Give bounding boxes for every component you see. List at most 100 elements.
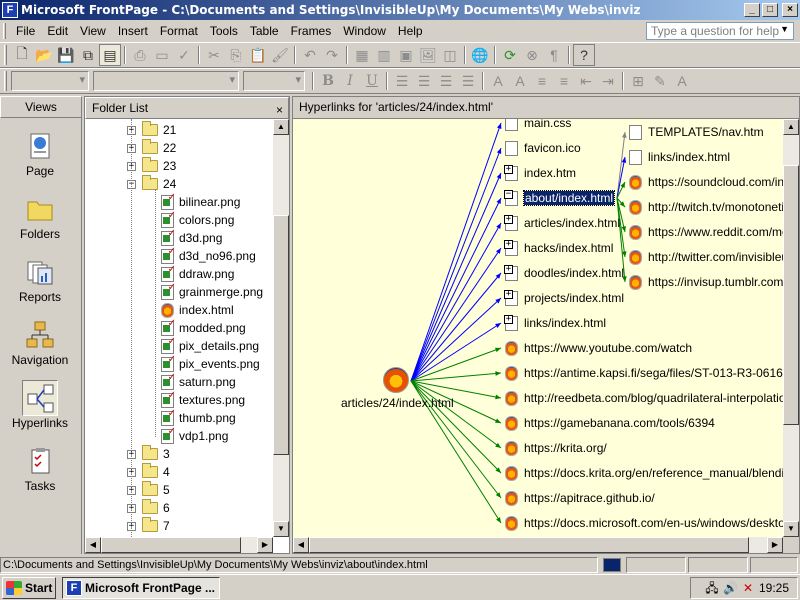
hyperlink-icon[interactable]: 🌐	[469, 44, 491, 66]
chevron-down-icon[interactable]: ▼	[780, 24, 789, 34]
hyperlink-node[interactable]: http://twitter.com/invisibleup	[629, 248, 783, 266]
insert-table-icon[interactable]: ▥	[373, 44, 395, 66]
view-navigation[interactable]: Navigation	[0, 315, 80, 377]
scroll-right-icon[interactable]: ▶	[767, 537, 783, 553]
hyperlink-node[interactable]: + doodles/index.html	[504, 264, 624, 282]
web-component-icon[interactable]: ▦	[351, 44, 373, 66]
menu-insert[interactable]: Insert	[112, 22, 154, 40]
menu-window[interactable]: Window	[337, 22, 392, 40]
expand-icon[interactable]: +	[504, 239, 513, 249]
scroll-thumb[interactable]	[273, 215, 289, 455]
format-painter-icon[interactable]: 🖌	[269, 44, 291, 66]
menu-tools[interactable]: Tools	[204, 22, 244, 40]
hyperlink-node[interactable]: https://apitrace.github.io/	[505, 489, 655, 507]
toolbar-grip[interactable]	[4, 71, 7, 91]
folder-tree-item[interactable]: +7	[127, 517, 170, 535]
paste-icon[interactable]: 📋	[247, 44, 269, 66]
scroll-thumb-h[interactable]	[101, 537, 241, 553]
spelling-icon[interactable]: ✓	[173, 44, 195, 66]
scroll-left-icon[interactable]: ◀	[293, 537, 309, 553]
print-icon[interactable]: ⎙	[129, 44, 151, 66]
hyperlink-node[interactable]: main.css	[505, 119, 571, 132]
undo-icon[interactable]: ↶	[299, 44, 321, 66]
open-folder-icon[interactable]: 📂	[33, 44, 55, 66]
file-tree-item[interactable]: vdp1.png	[161, 426, 228, 445]
expand-icon[interactable]: +	[504, 264, 513, 274]
save-icon[interactable]: 💾	[55, 44, 77, 66]
ask-question-input[interactable]: Type a question for help ▼	[646, 22, 794, 40]
italic-icon[interactable]: I	[339, 70, 361, 92]
hyperlinks-hscroll[interactable]: ◀ ▶	[293, 537, 783, 553]
hyperlinks-canvas[interactable]: articles/24/index.html main.css favicon.i…	[293, 119, 783, 537]
network-icon[interactable]: 🖧	[705, 581, 719, 595]
refresh-icon[interactable]: ⟳	[499, 44, 521, 66]
view-hyperlinks[interactable]: Hyperlinks	[0, 378, 80, 440]
expand-icon[interactable]: +	[504, 164, 513, 174]
taskbar-frontpage-button[interactable]: F Microsoft FrontPage ...	[62, 577, 220, 599]
align-center-icon[interactable]: ☰	[413, 70, 435, 92]
hyperlink-node[interactable]: + index.htm	[504, 164, 576, 182]
hyperlink-node[interactable]: https://soundcloud.com/invisibleup	[629, 173, 783, 191]
collapse-icon[interactable]: −	[504, 189, 513, 199]
view-tasks[interactable]: Tasks	[0, 441, 80, 503]
hyperlink-node[interactable]: https://invisup.tumblr.com/	[629, 273, 783, 291]
scroll-up-icon[interactable]: ▲	[783, 119, 799, 135]
folder-list-toggle-icon[interactable]: ▤	[99, 44, 121, 66]
menu-grip[interactable]	[3, 23, 6, 39]
align-right-icon[interactable]: ☰	[435, 70, 457, 92]
scroll-down-icon[interactable]: ▼	[783, 521, 799, 537]
file-tree-item[interactable]: saturn.png	[161, 372, 236, 391]
volume-icon[interactable]: 🔊	[723, 581, 738, 595]
decrease-font-icon[interactable]: A	[509, 70, 531, 92]
folder-tree-item[interactable]: +23	[127, 157, 176, 175]
borders-icon[interactable]: ⊞	[627, 70, 649, 92]
cut-icon[interactable]: ✂	[203, 44, 225, 66]
new-page-icon[interactable]: 🗋	[11, 44, 33, 66]
expand-icon[interactable]: +	[504, 314, 513, 324]
expand-icon[interactable]: +	[504, 289, 513, 299]
decrease-indent-icon[interactable]: ⇤	[575, 70, 597, 92]
minimize-button[interactable]: _	[744, 3, 760, 17]
menu-table[interactable]: Table	[244, 22, 285, 40]
underline-icon[interactable]: U	[361, 70, 383, 92]
preview-icon[interactable]: ▭	[151, 44, 173, 66]
hyperlink-node[interactable]: https://www.youtube.com/watch	[505, 339, 692, 357]
file-tree-item[interactable]: colors.png	[161, 210, 234, 229]
folder-list-vscroll[interactable]: ▲ ▼	[273, 119, 289, 537]
numbering-icon[interactable]: ≡	[531, 70, 553, 92]
folder-tree-item[interactable]: +4	[127, 463, 170, 481]
expand-icon[interactable]: +	[504, 214, 513, 224]
scroll-down-icon[interactable]: ▼	[273, 521, 289, 537]
menu-edit[interactable]: Edit	[41, 22, 74, 40]
scroll-right-icon[interactable]: ▶	[257, 537, 273, 553]
insert-picture-icon[interactable]: 🖼	[417, 44, 439, 66]
scroll-left-icon[interactable]: ◀	[85, 537, 101, 553]
hyperlink-node[interactable]: https://krita.org/	[505, 439, 607, 457]
hyperlink-node[interactable]: https://gamebanana.com/tools/6394	[505, 414, 715, 432]
hyperlinks-vscroll[interactable]: ▲ ▼	[783, 119, 799, 537]
file-tree-item[interactable]: grainmerge.png	[161, 282, 263, 301]
align-left-icon[interactable]: ☰	[391, 70, 413, 92]
file-tree-item[interactable]: pix_events.png	[161, 354, 260, 373]
folder-list-hscroll[interactable]: ◀ ▶	[85, 537, 273, 553]
publish-web-icon[interactable]: ⧉	[77, 44, 99, 66]
scroll-thumb-h[interactable]	[309, 537, 749, 553]
hyperlink-node[interactable]: https://antime.kapsi.fi/sega/files/ST-01…	[505, 364, 783, 382]
folder-tree-item[interactable]: +22	[127, 139, 176, 157]
file-tree-item[interactable]: modded.png	[161, 318, 246, 337]
drawing-icon[interactable]: ◫	[439, 44, 461, 66]
insert-layer-icon[interactable]: ▣	[395, 44, 417, 66]
menu-help[interactable]: Help	[392, 22, 429, 40]
folder-list-close-icon[interactable]: ×	[276, 100, 283, 120]
view-page[interactable]: Page	[0, 126, 80, 188]
hyperlink-node[interactable]: + links/index.html	[504, 314, 606, 332]
file-tree-item[interactable]: index.html	[161, 301, 234, 319]
hyperlink-node[interactable]: http://twitch.tv/monotonetim	[629, 198, 783, 216]
font-combo[interactable]	[93, 71, 239, 91]
scroll-up-icon[interactable]: ▲	[273, 119, 289, 135]
file-tree-item[interactable]: thumb.png	[161, 408, 236, 427]
hyperlink-node[interactable]: favicon.ico	[505, 139, 581, 157]
bullets-icon[interactable]: ≡	[553, 70, 575, 92]
file-tree-item[interactable]: d3d.png	[161, 228, 222, 247]
close-button[interactable]: ×	[782, 3, 798, 17]
